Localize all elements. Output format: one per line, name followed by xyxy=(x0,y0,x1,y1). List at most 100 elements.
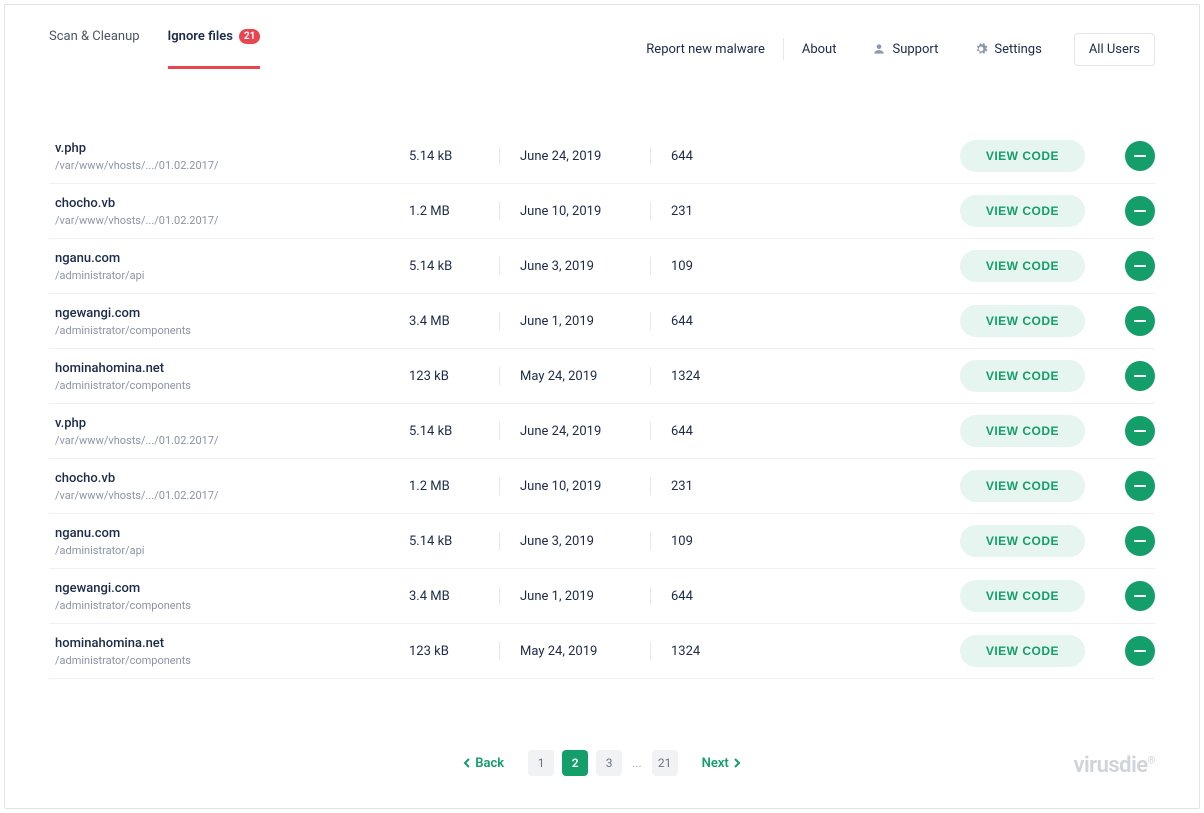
user-filter-dropdown[interactable]: All Users xyxy=(1074,33,1155,66)
table-row: v.php/var/www/vhosts/.../01.02.2017/5.14… xyxy=(49,129,1155,184)
view-code-button[interactable]: VIEW CODE xyxy=(960,580,1085,612)
file-name: chocho.vb xyxy=(55,196,409,211)
file-path: /administrator/api xyxy=(55,544,409,557)
pager-page-1[interactable]: 1 xyxy=(528,750,554,776)
view-code-button[interactable]: VIEW CODE xyxy=(960,305,1085,337)
divider xyxy=(499,477,500,495)
table-footer: Back 123... 21 Next virusdie® xyxy=(49,724,1155,808)
view-code-button[interactable]: VIEW CODE xyxy=(960,525,1085,557)
divider xyxy=(499,312,500,330)
view-code-button[interactable]: VIEW CODE xyxy=(960,470,1085,502)
file-size: 5.14 kB xyxy=(409,149,479,164)
topbar: Scan & Cleanup Ignore files 21 Report ne… xyxy=(49,5,1155,69)
file-size: 5.14 kB xyxy=(409,259,479,274)
pager-next[interactable]: Next xyxy=(694,756,749,771)
divider xyxy=(650,147,651,165)
divider xyxy=(499,257,500,275)
settings-link[interactable]: Settings xyxy=(956,42,1059,57)
file-cell: v.php/var/www/vhosts/.../01.02.2017/ xyxy=(49,416,409,447)
divider xyxy=(499,587,500,605)
view-code-button[interactable]: VIEW CODE xyxy=(960,360,1085,392)
divider xyxy=(650,422,651,440)
pager-page-21[interactable]: 21 xyxy=(652,750,678,776)
file-size: 5.14 kB xyxy=(409,534,479,549)
view-code-button[interactable]: VIEW CODE xyxy=(960,195,1085,227)
file-name: v.php xyxy=(55,416,409,431)
report-malware-link[interactable]: Report new malware xyxy=(628,42,783,57)
brand-mark: ® xyxy=(1148,756,1155,767)
view-code-button[interactable]: VIEW CODE xyxy=(960,140,1085,172)
file-path: /administrator/components xyxy=(55,599,409,612)
remove-button[interactable] xyxy=(1125,416,1155,446)
file-date: June 24, 2019 xyxy=(520,424,630,439)
divider xyxy=(499,367,500,385)
remove-button[interactable] xyxy=(1125,581,1155,611)
file-cell: ngewangi.com/administrator/components xyxy=(49,581,409,612)
file-permissions: 231 xyxy=(671,479,761,494)
remove-button[interactable] xyxy=(1125,361,1155,391)
file-name: hominahomina.net xyxy=(55,636,409,651)
file-name: nganu.com xyxy=(55,526,409,541)
divider xyxy=(499,202,500,220)
divider xyxy=(650,202,651,220)
file-date: June 24, 2019 xyxy=(520,149,630,164)
file-cell: v.php/var/www/vhosts/.../01.02.2017/ xyxy=(49,141,409,172)
about-link[interactable]: About xyxy=(784,42,855,57)
remove-button[interactable] xyxy=(1125,196,1155,226)
file-date: June 3, 2019 xyxy=(520,534,630,549)
file-date: June 1, 2019 xyxy=(520,589,630,604)
pager-ellipsis: ... xyxy=(630,756,644,770)
view-code-button[interactable]: VIEW CODE xyxy=(960,250,1085,282)
pager-page-2[interactable]: 2 xyxy=(562,750,588,776)
remove-button[interactable] xyxy=(1125,636,1155,666)
file-name: ngewangi.com xyxy=(55,581,409,596)
view-code-button[interactable]: VIEW CODE xyxy=(960,635,1085,667)
page-tabs: Scan & Cleanup Ignore files 21 xyxy=(49,29,260,69)
support-icon xyxy=(872,42,886,56)
table-row: ngewangi.com/administrator/components3.4… xyxy=(49,294,1155,349)
remove-button[interactable] xyxy=(1125,141,1155,171)
gear-icon xyxy=(974,42,988,56)
tab-ignore-files[interactable]: Ignore files 21 xyxy=(168,29,261,69)
file-path: /administrator/components xyxy=(55,324,409,337)
file-cell: chocho.vb/var/www/vhosts/.../01.02.2017/ xyxy=(49,196,409,227)
file-date: June 10, 2019 xyxy=(520,204,630,219)
file-size: 3.4 MB xyxy=(409,314,479,329)
divider xyxy=(650,312,651,330)
tab-label: Scan & Cleanup xyxy=(49,29,140,44)
file-date: June 3, 2019 xyxy=(520,259,630,274)
link-label: About xyxy=(802,42,837,57)
support-link[interactable]: Support xyxy=(854,42,956,57)
divider xyxy=(499,147,500,165)
chevron-left-icon xyxy=(463,758,471,768)
table-row: hominahomina.net/administrator/component… xyxy=(49,624,1155,679)
file-name: v.php xyxy=(55,141,409,156)
table-row: nganu.com/administrator/api5.14 kB June 3… xyxy=(49,514,1155,569)
remove-button[interactable] xyxy=(1125,526,1155,556)
dropdown-label: All Users xyxy=(1089,42,1140,57)
link-label: Support xyxy=(892,42,938,57)
remove-button[interactable] xyxy=(1125,306,1155,336)
remove-button[interactable] xyxy=(1125,251,1155,281)
file-path: /var/www/vhosts/.../01.02.2017/ xyxy=(55,159,409,172)
file-size: 123 kB xyxy=(409,369,479,384)
table-row: chocho.vb/var/www/vhosts/.../01.02.2017/… xyxy=(49,184,1155,239)
divider xyxy=(650,587,651,605)
file-date: May 24, 2019 xyxy=(520,644,630,659)
file-cell: hominahomina.net/administrator/component… xyxy=(49,636,409,667)
table-row: hominahomina.net/administrator/component… xyxy=(49,349,1155,404)
file-path: /var/www/vhosts/.../01.02.2017/ xyxy=(55,434,409,447)
brand-name: virusdie xyxy=(1073,753,1147,778)
tab-scan-cleanup[interactable]: Scan & Cleanup xyxy=(49,29,140,69)
divider xyxy=(650,642,651,660)
tab-label: Ignore files xyxy=(168,29,233,44)
pager-page-3[interactable]: 3 xyxy=(596,750,622,776)
link-label: Report new malware xyxy=(646,42,765,57)
file-permissions: 644 xyxy=(671,314,761,329)
divider xyxy=(499,642,500,660)
view-code-button[interactable]: VIEW CODE xyxy=(960,415,1085,447)
remove-button[interactable] xyxy=(1125,471,1155,501)
file-permissions: 644 xyxy=(671,589,761,604)
pager-back[interactable]: Back xyxy=(455,756,512,771)
file-path: /administrator/components xyxy=(55,379,409,392)
